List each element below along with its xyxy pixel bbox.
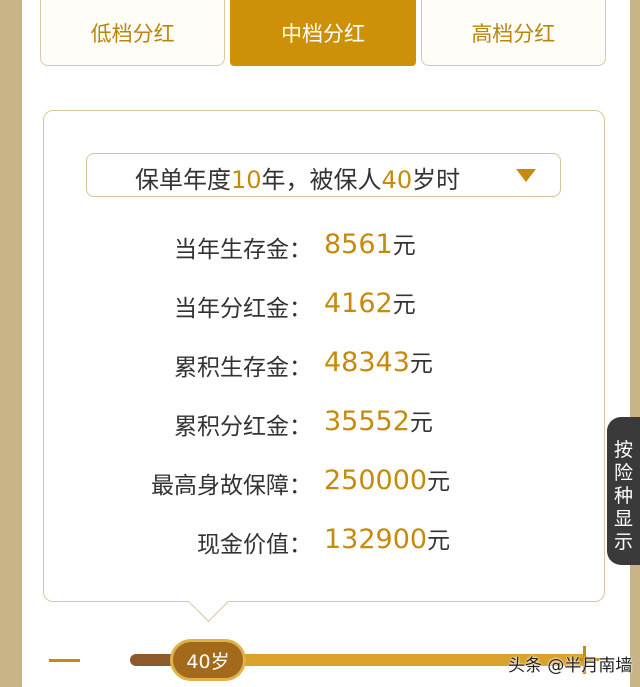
row-cumulative-dividend: 累积分红金： 35552元: [0, 403, 640, 443]
side-button-char: 示: [613, 531, 633, 553]
tab-low-dividend[interactable]: 低档分红: [40, 0, 226, 66]
row-unit: 元: [392, 292, 416, 318]
policy-year-select[interactable]: 保单年度10年，被保人40岁时: [86, 153, 561, 197]
row-label: 当年生存金：: [174, 237, 312, 263]
row-amount: 48343: [324, 347, 410, 378]
watermark: 头条 @半月南墙: [508, 656, 633, 676]
row-value: 8561元: [324, 226, 416, 260]
side-button-char: 按: [613, 439, 633, 461]
row-unit: 元: [409, 351, 433, 377]
row-unit: 元: [392, 233, 416, 259]
row-label: 累积分红金：: [174, 414, 312, 440]
selector-text: 保单年度10年，被保人40岁时: [135, 160, 460, 195]
selector-suffix: 岁时: [412, 166, 461, 194]
row-amount: 35552: [324, 406, 410, 437]
row-value: 132900元: [324, 521, 450, 555]
minus-icon[interactable]: [49, 659, 80, 662]
row-label: 现金价值：: [197, 532, 312, 558]
row-amount: 4162: [324, 288, 393, 319]
row-amount: 132900: [324, 524, 428, 555]
row-value: 35552元: [324, 403, 433, 437]
row-label: 累积生存金：: [174, 355, 312, 381]
tab-high-dividend[interactable]: 高档分红: [420, 0, 606, 66]
side-button-char: 种: [613, 485, 633, 507]
side-button-char: 险: [613, 462, 633, 484]
show-by-insurance-type-button[interactable]: 按 险 种 显 示: [607, 417, 640, 565]
selector-age: 40: [381, 166, 413, 194]
dropdown-triangle-icon: [516, 169, 536, 182]
row-annual-survival: 当年生存金： 8561元: [0, 226, 640, 266]
row-cumulative-survival: 累积生存金： 48343元: [0, 344, 640, 384]
age-slider-thumb[interactable]: 40岁: [170, 639, 246, 681]
row-amount: 250000: [324, 465, 428, 496]
selector-year: 10: [231, 166, 262, 194]
selector-prefix: 保单年度: [135, 166, 231, 194]
row-unit: 元: [427, 469, 451, 495]
row-label: 最高身故保障：: [151, 473, 312, 499]
row-max-death-benefit: 最高身故保障： 250000元: [0, 462, 640, 502]
row-unit: 元: [409, 410, 433, 436]
row-value: 250000元: [324, 462, 450, 496]
row-label: 当年分红金：: [174, 296, 312, 322]
row-annual-dividend: 当年分红金： 4162元: [0, 285, 640, 325]
selector-middle: 年，被保人: [261, 166, 382, 194]
side-button-char: 显: [613, 508, 633, 530]
row-amount: 8561: [324, 229, 393, 260]
row-value: 48343元: [324, 344, 433, 378]
dividend-tabs: 低档分红 中档分红 高档分红: [40, 0, 606, 66]
tab-mid-dividend[interactable]: 中档分红: [230, 0, 416, 66]
row-value: 4162元: [324, 285, 416, 319]
row-cash-value: 现金价值： 132900元: [0, 521, 640, 561]
row-unit: 元: [427, 528, 451, 554]
